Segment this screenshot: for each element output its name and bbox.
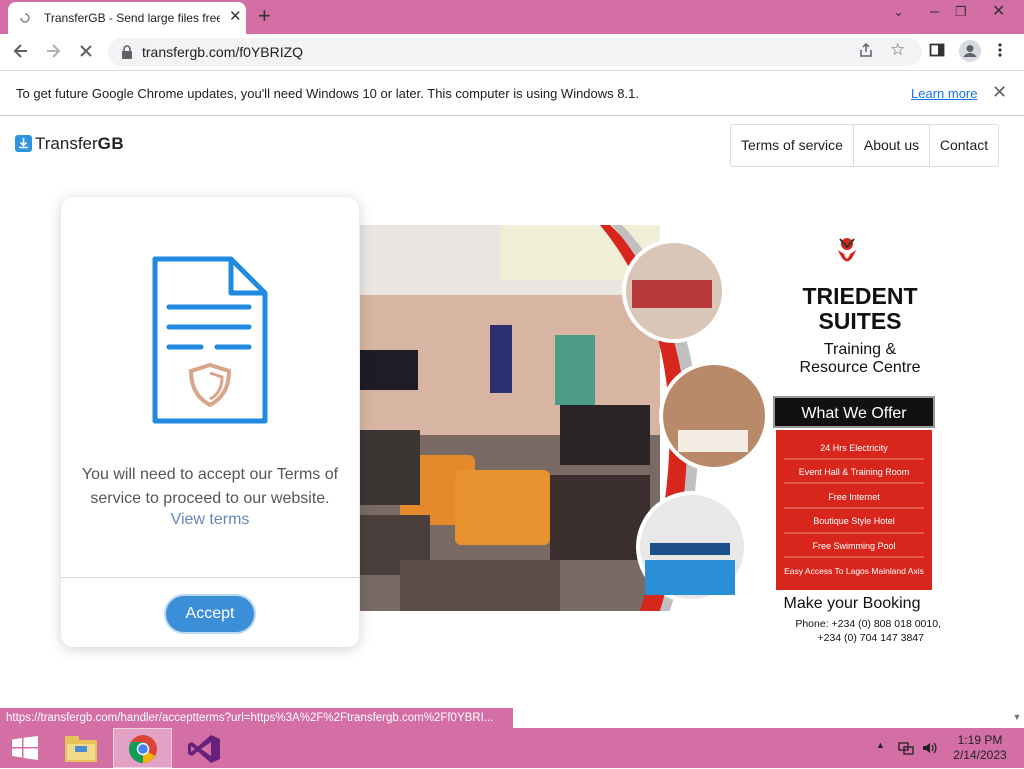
tab-title: TransferGB - Send large files free [44,11,220,25]
brand-line1: TRIEDENT [803,283,918,309]
infobar-message: To get future Google Chrome updates, you… [16,86,639,101]
profile-avatar-icon[interactable] [959,40,981,67]
stop-loading-button[interactable] [77,42,95,63]
share-icon[interactable] [858,42,874,63]
restore-button[interactable]: ❐ [955,2,967,22]
nav-about-link[interactable]: About us [854,125,930,166]
close-icon [80,45,92,57]
chrome-taskbar-button[interactable] [113,728,172,768]
clock-date: 2/14/2023 [953,748,1007,762]
nav-terms-link[interactable]: Terms of service [731,125,854,166]
learn-more-link[interactable]: Learn more [911,86,977,101]
offer-item: Easy Access To Lagos Mainland Axis [784,566,924,576]
tab-close-icon[interactable]: ✕ [229,9,242,25]
window-close-button[interactable]: ✕ [992,2,1005,22]
site-nav: Terms of service About us Contact [730,124,999,167]
phone-line: +234 (0) 704 147 3847 [817,632,924,644]
file-explorer-taskbar-icon[interactable] [63,732,99,769]
side-panel-icon[interactable] [929,42,945,63]
terms-message: You will need to accept our Terms of ser… [81,466,339,507]
back-button[interactable] [12,42,30,63]
logo-text: TransferGB [35,134,125,153]
clock-time: 1:19 PM [957,733,1003,747]
download-icon [15,135,32,152]
divider [61,577,359,578]
booking-title: Make your Booking [784,595,921,612]
start-button[interactable] [11,736,39,765]
new-tab-button[interactable]: + [258,4,271,28]
booking-phone: Phone: +234 (0) 808 018 0010, +234 (0) 7… [781,617,941,645]
tab-search-icon[interactable]: ⌄ [893,2,904,22]
offer-item: Free Swimming Pool [812,541,895,551]
browser-tab[interactable]: TransferGB - Send large files free ✕ [8,2,246,34]
folder-icon [65,736,97,762]
chrome-icon [129,735,157,763]
show-hidden-icons-icon[interactable]: ▲ [876,740,885,750]
visual-studio-icon [188,735,220,763]
update-infobar: To get future Google Chrome updates, you… [0,70,1024,116]
accept-button[interactable]: Accept [164,594,256,634]
system-clock[interactable]: 1:19 PM 2/14/2023 [945,733,1015,763]
page-loading-icon [20,13,30,23]
offer-item: Event Hall & Training Room [799,467,910,477]
offer-item: Free Internet [828,492,880,502]
scroll-down-arrow-icon[interactable]: ▼ [1011,712,1023,726]
volume-icon[interactable] [921,740,939,761]
phone-line: Phone: +234 (0) 808 018 0010, [795,618,941,630]
taskbar: ▲ 1:19 PM 2/14/2023 [0,728,1024,768]
toolbar: transfergb.com/f0YBRIZQ ☆ [0,34,1024,70]
offer-item: 24 Hrs Electricity [820,443,888,453]
lock-icon[interactable] [120,44,134,60]
nav-contact-link[interactable]: Contact [930,125,998,166]
subtitle-line2: Resource Centre [800,359,921,376]
bookmark-star-icon[interactable]: ☆ [890,40,905,60]
document-shield-icon [152,256,268,424]
address-bar[interactable]: transfergb.com/f0YBRIZQ ☆ [108,38,922,66]
tab-strip: TransferGB - Send large files free ✕ + ⌄… [0,0,1024,34]
back-arrow-icon [13,44,27,58]
terms-modal: You will need to accept our Terms of ser… [61,197,359,647]
status-bubble: https://transfergb.com/handler/acceptter… [0,708,513,728]
view-terms-link[interactable]: View terms [61,511,359,529]
minimize-button[interactable]: – [930,2,939,22]
windows-logo-icon [12,736,38,760]
infobar-close-icon[interactable]: ✕ [992,82,1007,103]
hotel-ad-banner[interactable]: TRIEDENT SUITES Training & Resource Cent… [360,225,940,615]
visual-studio-taskbar-icon[interactable] [187,734,221,769]
offer-title: What We Offer [801,405,907,422]
subtitle-line1: Training & [824,341,897,358]
url-text: transfergb.com/f0YBRIZQ [142,44,304,60]
forward-button[interactable] [44,42,62,63]
menu-icon[interactable] [997,42,1003,63]
offer-item: Boutique Style Hotel [813,516,895,526]
web-page: TransferGB Terms of service About us Con… [0,117,1024,728]
brand-line2: SUITES [818,308,901,334]
forward-arrow-icon [47,44,61,58]
network-icon[interactable] [898,740,914,761]
